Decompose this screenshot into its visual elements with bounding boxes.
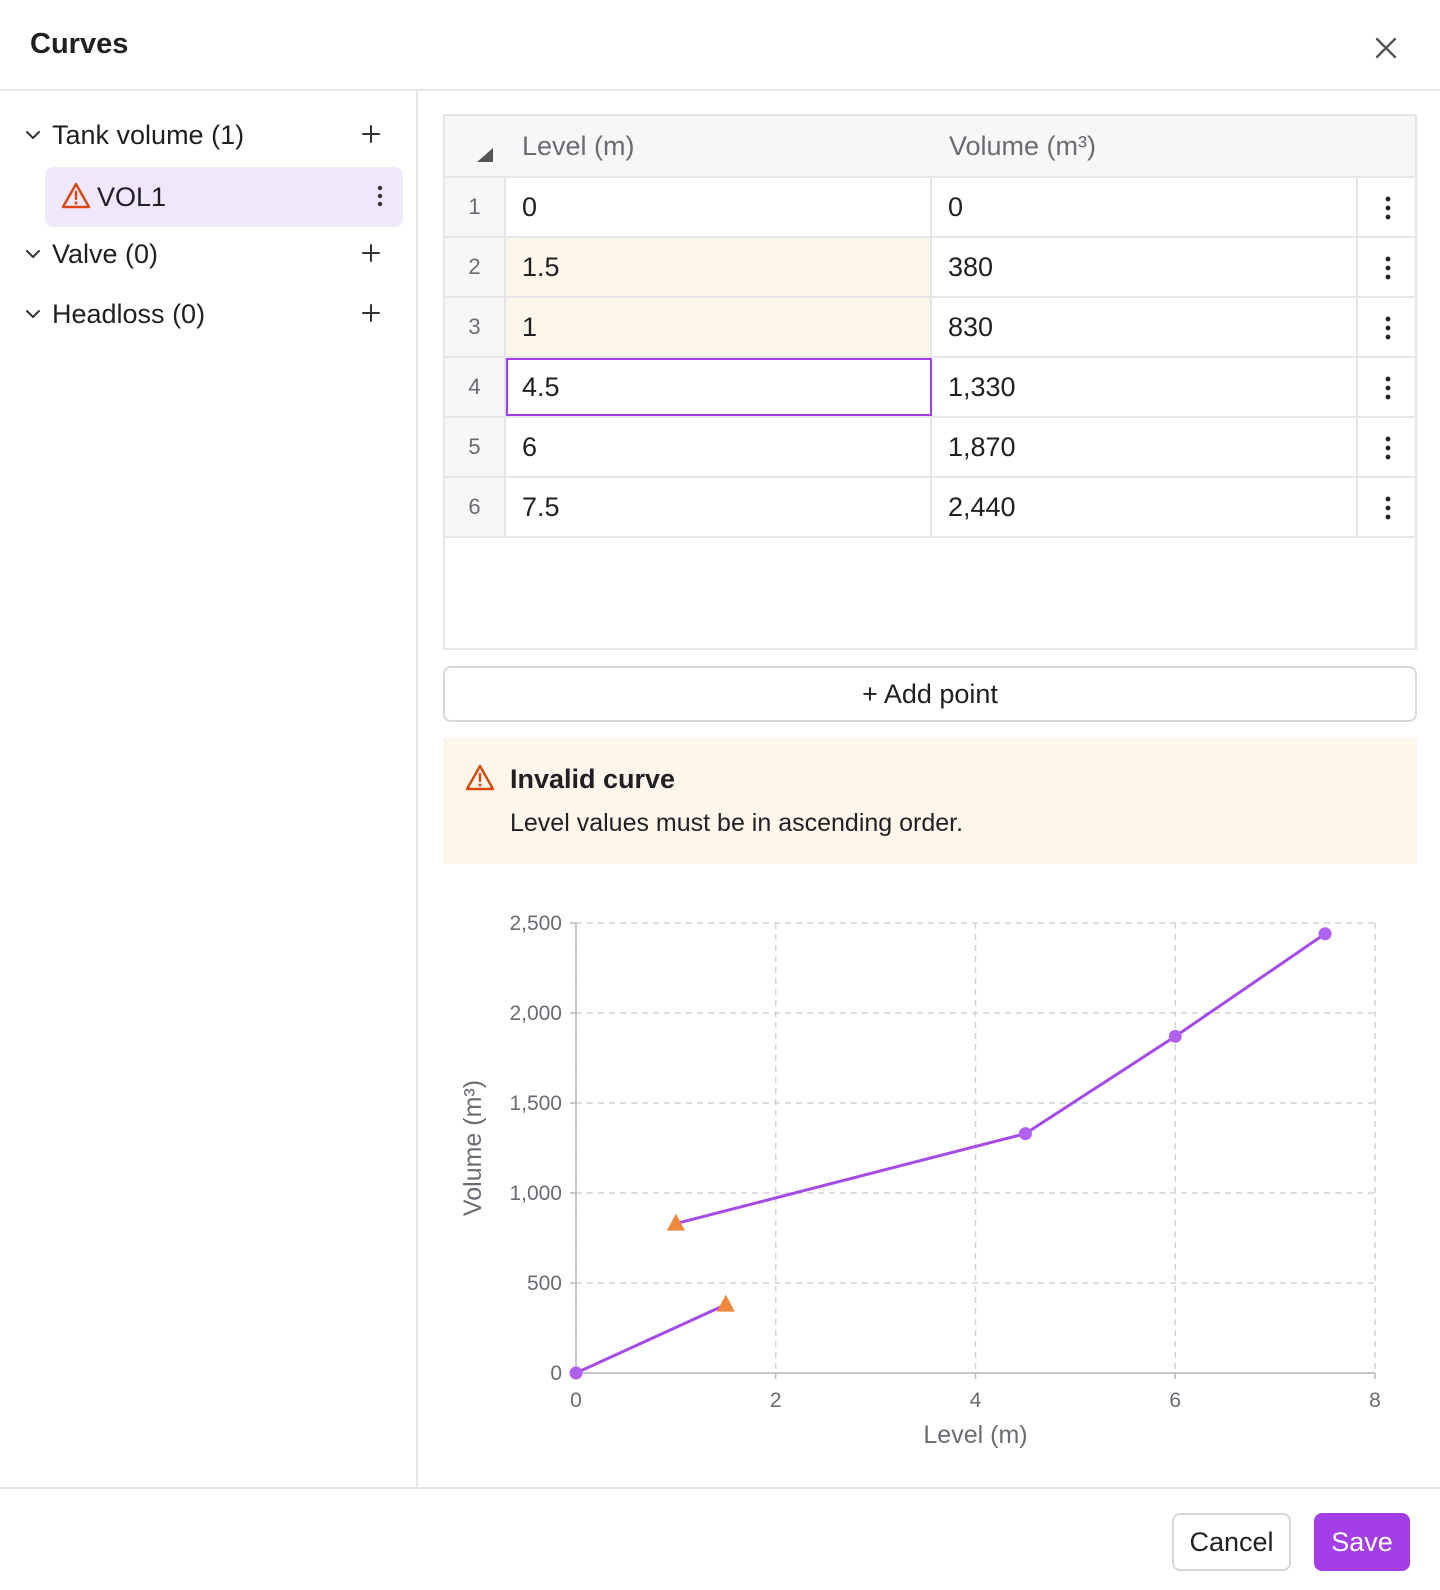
curve-label: VOL1 xyxy=(97,182,167,212)
warning-icon xyxy=(61,182,91,209)
x-tick-label: 2 xyxy=(770,1389,782,1412)
curve-chart: 0 2 4 6 8 0 500 1,000 1,500 2,000 2,500 Level (m) Vo… xyxy=(443,888,1417,1458)
group-label: Valve (0) xyxy=(52,239,159,269)
x-tick-label: 0 xyxy=(570,1389,582,1412)
group-label: Headloss (0) xyxy=(52,299,206,329)
volume-cell[interactable]: 0 xyxy=(932,178,1358,236)
data-point xyxy=(569,1366,583,1380)
save-button[interactable]: Save xyxy=(1314,1513,1410,1571)
table-row: 5 6 1,870 xyxy=(445,418,1415,478)
y-tick-label: 1,000 xyxy=(509,1182,562,1205)
data-point xyxy=(1168,1029,1182,1043)
y-tick-label: 2,000 xyxy=(509,1002,562,1025)
volume-cell[interactable]: 1,330 xyxy=(932,358,1358,416)
volume-cell[interactable]: 1,870 xyxy=(932,418,1358,476)
row-number: 5 xyxy=(445,418,506,476)
row-menu-icon[interactable] xyxy=(1385,376,1391,400)
dialog-header: Curves xyxy=(0,0,1440,91)
curve-segment xyxy=(1024,1035,1177,1135)
add-curve-button[interactable] xyxy=(360,123,382,145)
curve-segment xyxy=(575,1303,727,1375)
row-menu-icon[interactable] xyxy=(1385,496,1391,520)
select-all-corner[interactable] xyxy=(477,148,493,162)
curve-chart-svg: 0 2 4 6 8 0 500 1,000 1,500 2,000 2,500 Level (m) Vo… xyxy=(459,912,1381,1449)
row-number: 4 xyxy=(445,358,506,416)
table-header: Level (m) Volume (m³) xyxy=(445,116,1415,178)
column-header-level: Level (m) xyxy=(522,131,635,161)
table-row: 1 0 0 xyxy=(445,178,1415,238)
row-menu-icon[interactable] xyxy=(1385,436,1391,460)
row-number: 2 xyxy=(445,238,506,296)
points-table: Level (m) Volume (m³) 1 0 0 2 1.5 380 3 … xyxy=(443,114,1417,650)
level-cell[interactable]: 6 xyxy=(506,418,932,476)
level-cell[interactable]: 1.5 xyxy=(506,238,932,296)
dialog-footer: Cancel Save xyxy=(0,1487,1440,1590)
add-curve-button[interactable] xyxy=(360,242,382,264)
level-cell[interactable]: 1 xyxy=(506,298,932,356)
curves-sidebar: Tank volume (1) VOL1 Valve (0) Headloss … xyxy=(0,91,418,1487)
row-number: 3 xyxy=(445,298,506,356)
x-axis-label: Level (m) xyxy=(923,1421,1027,1449)
curve-segment xyxy=(1174,932,1326,1038)
close-icon[interactable] xyxy=(1374,36,1398,60)
warning-icon xyxy=(465,764,495,791)
y-tick-label: 1,500 xyxy=(509,1092,562,1115)
y-tick-label: 2,500 xyxy=(509,912,562,935)
volume-cell[interactable]: 2,440 xyxy=(932,478,1358,536)
table-row: 6 7.5 2,440 xyxy=(445,478,1415,538)
x-tick-label: 8 xyxy=(1369,1389,1381,1412)
alert-message: Level values must be in ascending order. xyxy=(510,809,964,837)
row-menu-icon[interactable] xyxy=(1385,256,1391,280)
table-row: 2 1.5 380 xyxy=(445,238,1415,298)
group-valve[interactable]: Valve (0) xyxy=(0,229,418,279)
chevron-down-icon[interactable] xyxy=(24,245,42,263)
group-label: Tank volume (1) xyxy=(52,120,245,150)
invalid-data-point xyxy=(716,1294,735,1312)
y-axis-label: Volume (m³) xyxy=(459,1080,487,1216)
row-number: 1 xyxy=(445,178,506,236)
row-menu-icon[interactable] xyxy=(1385,316,1391,340)
cancel-button[interactable]: Cancel xyxy=(1172,1513,1291,1571)
group-tank-volume[interactable]: Tank volume (1) xyxy=(0,110,418,160)
add-curve-button[interactable] xyxy=(360,302,382,324)
row-number: 6 xyxy=(445,478,506,536)
data-point xyxy=(1018,1127,1032,1141)
level-cell[interactable]: 0 xyxy=(506,178,932,236)
row-menu-icon[interactable] xyxy=(1385,196,1391,220)
x-tick-label: 6 xyxy=(1169,1389,1181,1412)
curves-dialog: Curves Tank volume (1) VOL1 Valve (0) He… xyxy=(0,0,1440,1590)
curve-segment xyxy=(675,1132,1026,1226)
x-tick-label: 4 xyxy=(970,1389,982,1412)
chevron-down-icon[interactable] xyxy=(24,305,42,323)
table-row: 4 4.5 1,330 xyxy=(445,358,1415,418)
y-tick-label: 0 xyxy=(550,1362,562,1385)
column-header-volume: Volume (m³) xyxy=(949,131,1097,161)
dialog-title: Curves xyxy=(30,28,129,60)
table-row: 3 1 830 xyxy=(445,298,1415,358)
alert-title: Invalid curve xyxy=(510,764,676,794)
volume-cell[interactable]: 830 xyxy=(932,298,1358,356)
chevron-down-icon[interactable] xyxy=(24,126,42,144)
y-tick-label: 500 xyxy=(527,1272,562,1295)
volume-cell[interactable]: 380 xyxy=(932,238,1358,296)
add-point-button[interactable]: + Add point xyxy=(443,666,1417,722)
kebab-menu-icon[interactable] xyxy=(377,185,383,207)
level-cell-selected[interactable]: 4.5 xyxy=(506,358,932,416)
data-point xyxy=(1318,927,1332,941)
group-headloss[interactable]: Headloss (0) xyxy=(0,289,418,339)
invalid-curve-alert: Invalid curve Level values must be in as… xyxy=(443,738,1417,864)
curve-item-vol1[interactable]: VOL1 xyxy=(45,167,403,227)
level-cell[interactable]: 7.5 xyxy=(506,478,932,536)
